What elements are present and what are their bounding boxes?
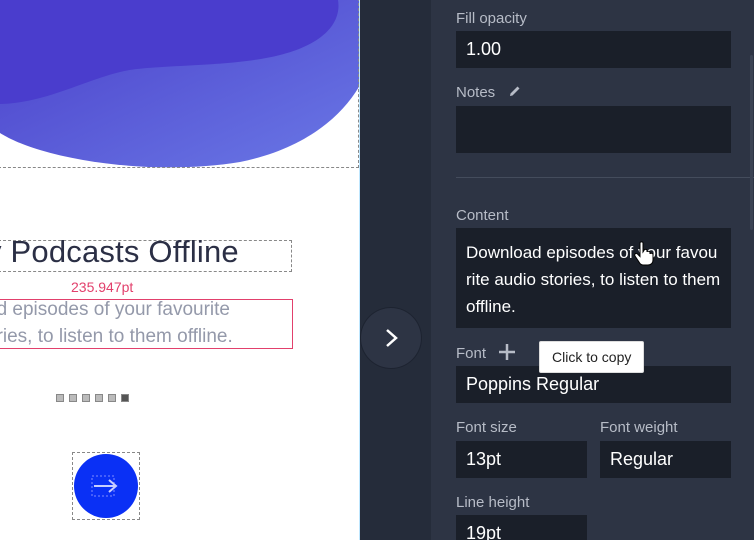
plus-icon[interactable] xyxy=(498,343,516,361)
panel-gutter xyxy=(360,0,431,540)
pencil-icon[interactable] xyxy=(508,84,522,98)
design-canvas[interactable]: y Podcasts Offline 235.947pt ad episodes… xyxy=(0,0,360,540)
font-weight-field[interactable]: Regular xyxy=(600,441,731,478)
content-field[interactable]: Download episodes of your favourite audi… xyxy=(456,228,731,328)
fill-opacity-label: Fill opacity xyxy=(456,10,527,27)
dot[interactable] xyxy=(108,394,116,402)
dot[interactable] xyxy=(82,394,90,402)
body-line-2: ories, to listen to them offline. xyxy=(0,326,233,347)
button-circle[interactable] xyxy=(74,454,138,518)
dot-active[interactable] xyxy=(121,394,129,402)
line-height-field[interactable]: 19pt xyxy=(456,515,587,540)
canvas-title-text[interactable]: y Podcasts Offline xyxy=(0,234,239,270)
line-height-label: Line height xyxy=(456,494,530,511)
hero-blob-shape[interactable] xyxy=(0,0,359,170)
next-round-button[interactable] xyxy=(72,452,140,520)
panel-scrollbar[interactable] xyxy=(750,55,753,230)
font-label: Font xyxy=(456,345,487,362)
content-label: Content xyxy=(456,207,509,224)
chevron-right-icon xyxy=(386,329,398,347)
canvas-body-text[interactable]: ad episodes of your favourite ories, to … xyxy=(0,296,292,350)
notes-label: Notes xyxy=(456,84,496,101)
dot[interactable] xyxy=(69,394,77,402)
font-weight-label: Font weight xyxy=(600,419,678,436)
notes-field[interactable] xyxy=(456,106,731,153)
dot[interactable] xyxy=(95,394,103,402)
copy-tooltip: Click to copy xyxy=(539,341,645,373)
expand-panel-button[interactable] xyxy=(361,308,421,368)
body-line-1: ad episodes of your favourite xyxy=(0,299,230,320)
hand-pointer-icon xyxy=(634,241,654,266)
fill-opacity-field[interactable]: 1.00 xyxy=(456,31,731,68)
section-divider xyxy=(456,177,754,178)
pagination-dots[interactable] xyxy=(56,394,129,402)
dot[interactable] xyxy=(56,394,64,402)
properties-panel: Fill opacity 1.00 Notes Content Download… xyxy=(431,0,754,540)
blob-selection-box xyxy=(0,0,359,168)
arrow-right-icon xyxy=(91,475,118,497)
font-size-field[interactable]: 13pt xyxy=(456,441,587,478)
font-size-label: Font size xyxy=(456,419,517,436)
width-dimension-label: 235.947pt xyxy=(71,279,134,295)
